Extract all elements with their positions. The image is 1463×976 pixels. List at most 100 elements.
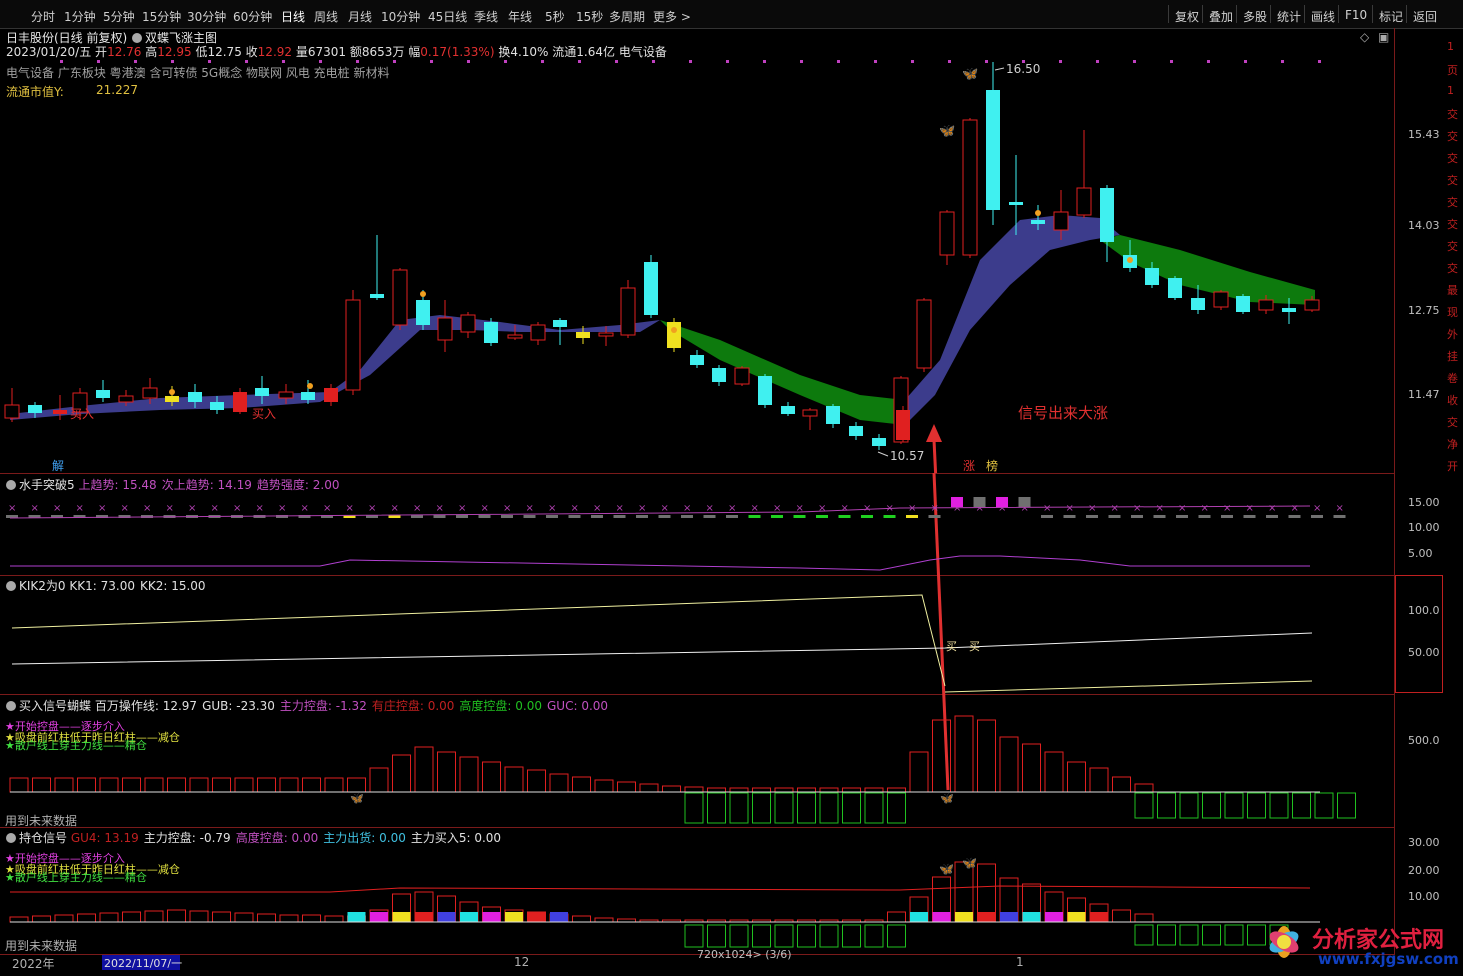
period-tab-1[interactable]: 1分钟 [64,8,96,25]
trend-line [10,555,1310,571]
period-tab-3[interactable]: 15分钟 [142,8,181,25]
jie-label: 解 [52,459,64,473]
panel5-legend-1: ★开始控盘——逐步介入 [5,852,125,865]
trend-bar [1198,515,1211,518]
candle-body [1282,308,1296,312]
volume-bar [459,756,479,793]
toolbar-button-5[interactable]: F10 [1338,5,1372,23]
x-marker: × [931,503,939,514]
x-marker: × [301,503,309,514]
period-tab-8[interactable]: 月线 [348,8,372,25]
price-axis-label: 12.75 [1408,304,1440,317]
x-marker: × [863,503,871,514]
neg-bar [1269,792,1289,819]
volume-bar [797,787,816,793]
candle-body [644,262,658,315]
side-panel-char: 交 [1447,174,1458,187]
candle-body [667,322,681,348]
x-marker: × [1291,503,1299,514]
candle-body [986,90,1000,210]
price-high-label: 16.50 [1006,62,1040,76]
trend-bar [411,515,423,518]
period-tab-5[interactable]: 60分钟 [233,8,272,25]
period-tab-16[interactable]: 更多 > [653,8,691,25]
trend-bar [906,515,918,518]
period-tab-11[interactable]: 季线 [474,8,498,25]
volume-bar [864,787,884,793]
period-tab-2[interactable]: 5分钟 [103,8,135,25]
marker-dot [171,60,174,63]
period-tab-9[interactable]: 10分钟 [381,8,420,25]
period-toolbar: 分时 1分钟 5分钟 15分钟 30分钟 60分钟 日线 周线 月线 10分钟 45日线 季线 年线 5秒… [0,0,1463,29]
period-tab-13[interactable]: 5秒 [545,8,565,25]
panel3-axis-label: 100.0 [1408,604,1440,617]
x-marker: × [121,503,129,514]
volume-bar [842,787,861,793]
trend-bar [658,515,671,518]
toolbar-button-7[interactable]: 返回 [1406,5,1440,24]
x-marker: × [818,503,826,514]
trend-bar [1041,515,1053,518]
trend-bar [793,515,806,518]
volume-bar [482,761,501,793]
candle-body [345,299,361,391]
panel2-axis-label: 10.00 [1408,521,1440,534]
signal-block [392,912,411,922]
marker-dot [837,60,840,63]
toolbar-button-4[interactable]: 画线 [1304,5,1338,24]
volume-bar [1022,743,1041,793]
panel5-axis-label: 30.00 [1408,836,1440,849]
toolbar-button-1[interactable]: 叠加 [1202,5,1236,24]
volume-bar [1134,783,1154,793]
toolbar-button-2[interactable]: 多股 [1236,5,1270,24]
marker-dot [1059,60,1062,63]
period-tab-0[interactable]: 分时 [31,8,55,25]
volume-bar [999,736,1019,793]
period-tab-14[interactable]: 15秒 [576,8,603,25]
x-marker: × [616,503,624,514]
candle-body [1145,268,1159,285]
toolbar-button-3[interactable]: 统计 [1270,5,1304,24]
price-axis-label: 14.03 [1408,219,1440,232]
x-marker: × [143,503,151,514]
volume-bar [729,787,749,793]
volume-bar [617,781,636,793]
side-panel-char: 交 [1447,262,1458,275]
period-tab-7[interactable]: 周线 [314,8,338,25]
x-marker: × [1178,503,1186,514]
candle-body [1168,278,1182,298]
side-panel-char: 1 [1447,40,1454,53]
volume-bar [212,777,231,793]
period-tab-4[interactable]: 30分钟 [187,8,226,25]
candle-body [758,376,772,405]
trend-bar [973,497,986,507]
marker-dot [763,60,766,63]
side-panel-char: 交 [1447,240,1458,253]
side-panel-char: 交 [1447,218,1458,231]
candle-body [255,388,269,396]
toolbar-button-6[interactable]: 标记 [1372,5,1406,24]
ribbon-blue-2 [905,215,1120,425]
period-tab-6[interactable]: 日线 [281,8,305,25]
candle-body [598,332,614,337]
neg-bar [1134,792,1154,819]
neg-bar [1179,792,1199,819]
volume-bar [1089,767,1109,793]
period-tab-10[interactable]: 45日线 [428,8,467,25]
indicator-panels[interactable]: × × × × × × × × × × × × × × × × × × × × × × × × × × × × × × × × × × × × × × × ×… [0,473,1395,955]
volume-bar [324,777,344,793]
position-bar [279,914,299,923]
neg-bar [797,792,816,824]
period-tab-12[interactable]: 年线 [508,8,532,25]
position-bar [32,915,51,923]
position-bar [144,910,164,923]
panel4-legend-3: ★散户线上穿主力线——精仓 [5,739,147,752]
signal-block [932,912,951,922]
candlestick-chart[interactable]: 16.50 10.57 信号出来大涨 买入 买入解 涨榜 🦋 🦋 [0,28,1395,473]
period-tab-15[interactable]: 多周期 [609,8,645,25]
x-marker: × [98,503,106,514]
signal-block [1000,912,1018,922]
x-marker: × [53,503,61,514]
ribbon-blue [10,315,660,420]
toolbar-button-0[interactable]: 复权 [1168,5,1202,24]
